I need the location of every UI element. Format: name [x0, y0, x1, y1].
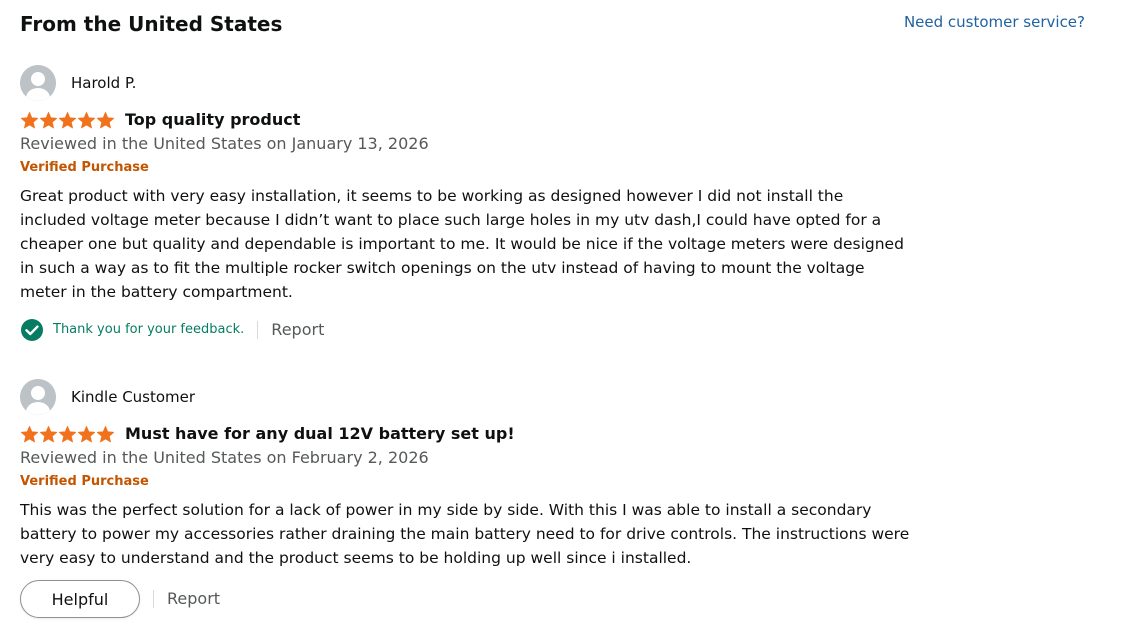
- divider: [153, 590, 154, 608]
- star-rating[interactable]: [20, 111, 115, 130]
- user-silhouette-icon: [20, 65, 56, 101]
- customer-service-link[interactable]: Need customer service?: [904, 11, 1085, 33]
- star-filled-icon: [39, 425, 58, 442]
- review-actions: Thank you for your feedback. Report: [20, 318, 910, 342]
- star-filled-icon: [58, 425, 77, 442]
- reviewer-profile[interactable]: Kindle Customer: [20, 378, 910, 416]
- verified-purchase-badge: Verified Purchase: [20, 474, 149, 489]
- avatar: [20, 379, 56, 415]
- star-filled-icon: [20, 111, 39, 128]
- feedback-message: Thank you for your feedback.: [53, 322, 245, 337]
- divider: [257, 321, 259, 339]
- star-rating[interactable]: [20, 425, 115, 444]
- user-silhouette-icon: [20, 379, 56, 415]
- review-title[interactable]: Top quality product: [125, 109, 300, 131]
- review-actions: Helpful Report: [20, 580, 910, 618]
- avatar: [20, 65, 56, 101]
- reviews-page: From the United States Need customer ser…: [0, 0, 1128, 638]
- report-link[interactable]: Report: [271, 319, 324, 341]
- rating-row: Must have for any dual 12V battery set u…: [20, 422, 910, 446]
- report-link[interactable]: Report: [167, 588, 220, 610]
- review-card: Kindle Customer Must have for any dual 1…: [20, 378, 910, 618]
- reviewer-name: Harold P.: [71, 74, 137, 92]
- helpful-button[interactable]: Helpful: [20, 580, 140, 618]
- feedback-confirmation: Thank you for your feedback.: [20, 318, 244, 342]
- star-filled-icon: [96, 425, 115, 442]
- review-date: Reviewed in the United States on January…: [20, 134, 429, 153]
- star-filled-icon: [39, 111, 58, 128]
- check-circle-icon: [21, 319, 43, 341]
- reviewer-profile[interactable]: Harold P.: [20, 64, 910, 102]
- star-filled-icon: [58, 111, 77, 128]
- review-body: This was the perfect solution for a lack…: [20, 501, 910, 567]
- rating-row: Top quality product: [20, 108, 910, 132]
- review-date: Reviewed in the United States on Februar…: [20, 448, 429, 467]
- star-filled-icon: [77, 425, 96, 442]
- star-filled-icon: [77, 111, 96, 128]
- verified-purchase-badge: Verified Purchase: [20, 160, 149, 175]
- review-title[interactable]: Must have for any dual 12V battery set u…: [125, 423, 515, 445]
- star-filled-icon: [96, 111, 115, 128]
- review-body: Great product with very easy installatio…: [20, 187, 904, 301]
- review-card: Harold P. Top quality product Reviewed i…: [20, 64, 910, 342]
- section-title: From the United States: [20, 12, 283, 36]
- star-filled-icon: [20, 425, 39, 442]
- reviewer-name: Kindle Customer: [71, 388, 196, 406]
